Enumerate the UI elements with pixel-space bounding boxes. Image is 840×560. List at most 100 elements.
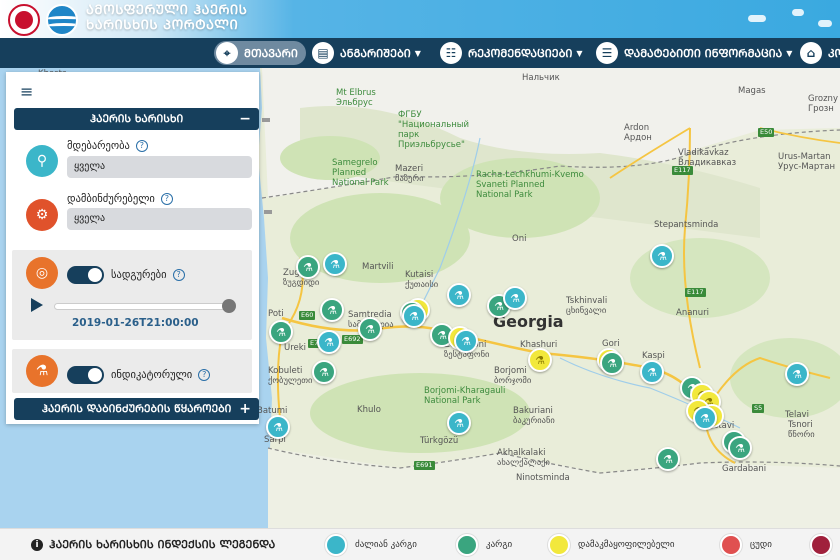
map-place-label: Kutaisi ქუთაისი: [405, 270, 439, 290]
road-badge: E60: [299, 311, 316, 320]
indicative-toggle[interactable]: [67, 366, 104, 384]
chevron-down-icon: ▼: [576, 48, 583, 58]
help-icon[interactable]: ?: [160, 193, 173, 205]
map-place-label: Borjomi-Kharagauli National Park: [424, 386, 506, 406]
station-marker[interactable]: ⚗: [454, 329, 478, 353]
help-icon[interactable]: ?: [135, 140, 148, 152]
map-pin-icon: ⌖: [216, 42, 238, 64]
site-header: ᲐᲛᲝᲡᲤᲔᲠᲣᲚᲘ ᲰᲐᲔᲠᲘᲡ ᲮᲐᲠᲘᲡᲮᲘᲡ ᲞᲝᲠᲢᲐᲚᲘ: [0, 0, 840, 38]
station-marker[interactable]: ⚗: [693, 406, 717, 430]
map-place-label: Racha-Lechkhumi-Kvemo Svaneti Planned Na…: [476, 170, 584, 200]
agency-logo-icon[interactable]: [46, 4, 78, 36]
station-marker[interactable]: ⚗: [320, 298, 344, 322]
station-marker[interactable]: ⚗: [358, 317, 382, 341]
map-place-label: Stepantsminda: [654, 220, 719, 230]
map-place-label: Mazeri მაზერი: [395, 164, 424, 184]
aqi-legend: i ᲰᲐᲔᲠᲘᲡ ᲮᲐᲠᲘᲡᲮᲘᲡ ᲘᲜᲓᲔᲥᲡᲘᲡ ᲚᲔᲒᲔᲜᲓᲐ ძალია…: [0, 528, 840, 560]
location-label: მდებარეობა?: [67, 140, 148, 152]
stations-label: სადგურები?: [111, 269, 185, 281]
map-place-label: Grozny Грозн: [808, 94, 838, 114]
cloud-decoration: [792, 9, 804, 16]
legend-color-swatch: [810, 534, 832, 556]
info-doc-icon: ☰: [596, 42, 618, 64]
station-marker[interactable]: ⚗: [728, 436, 752, 460]
legend-item-very-bad: [810, 534, 840, 556]
legend-item-good: კარგი: [456, 534, 512, 556]
legend-color-swatch: [720, 534, 742, 556]
legend-item-satisfactory: დამაკმაყოფილებელი: [548, 534, 675, 556]
road-badge: E691: [414, 461, 435, 470]
air-quality-section-header[interactable]: ᲰᲐᲔᲠᲘᲡ ᲮᲐᲠᲘᲡᲮᲘ −: [14, 108, 259, 130]
chevron-down-icon: ▼: [786, 48, 793, 58]
location-pin-icon: ⚲: [26, 145, 58, 177]
map-place-label: Ureki: [284, 343, 307, 353]
station-marker[interactable]: ⚗: [323, 252, 347, 276]
map-place-label: Gardabani: [722, 464, 767, 474]
pollutant-select[interactable]: ყველა: [67, 208, 252, 230]
legend-color-swatch: [548, 534, 570, 556]
station-marker[interactable]: ⚗: [266, 415, 290, 439]
map-zoom-tick[interactable]: [264, 210, 272, 214]
station-marker[interactable]: ⚗: [296, 255, 320, 279]
legend-item-very-good: ძალიან კარგი: [325, 534, 417, 556]
map-place-label: Tsnori წნორი: [788, 420, 815, 440]
time-slider[interactable]: [54, 303, 230, 310]
station-marker[interactable]: ⚗: [312, 360, 336, 384]
nav-item-home[interactable]: ⌖ ᲛᲗᲐᲕᲐᲠᲘ: [214, 41, 306, 65]
map-zoom-tick[interactable]: [262, 118, 270, 122]
map-place-label: Martvili: [362, 262, 394, 272]
station-marker[interactable]: ⚗: [650, 244, 674, 268]
stations-toggle[interactable]: [67, 266, 104, 284]
map-place-label: Türkgözü: [420, 436, 459, 446]
expand-icon[interactable]: +: [239, 401, 251, 417]
map-place-label: Vladikavkaz Владикавказ: [678, 148, 737, 168]
map-place-label: Poti: [268, 309, 284, 319]
factory-icon: ⚙: [26, 199, 58, 231]
chevron-down-icon: ▼: [414, 48, 421, 58]
collapse-icon[interactable]: −: [239, 111, 251, 127]
station-marker[interactable]: ⚗: [269, 320, 293, 344]
station-marker[interactable]: ⚗: [447, 283, 471, 307]
home-icon: ⌂: [800, 42, 822, 64]
nav-item-reports[interactable]: ▤ ᲐᲜᲒᲐᲠᲘᲨᲔᲑᲘ ▼: [312, 41, 421, 65]
map-place-label: Samegrelo Planned National Park: [332, 158, 389, 188]
site-title[interactable]: ᲐᲛᲝᲡᲤᲔᲠᲣᲚᲘ ᲰᲐᲔᲠᲘᲡ ᲮᲐᲠᲘᲡᲮᲘᲡ ᲞᲝᲠᲢᲐᲚᲘ: [86, 3, 247, 33]
station-marker[interactable]: ⚗: [528, 348, 552, 372]
location-select[interactable]: ყველა: [67, 156, 252, 178]
legend-color-swatch: [325, 534, 347, 556]
road-badge: E117: [672, 166, 693, 175]
station-marker[interactable]: ⚗: [503, 286, 527, 310]
legend-title: i ᲰᲐᲔᲠᲘᲡ ᲮᲐᲠᲘᲡᲮᲘᲡ ᲘᲜᲓᲔᲥᲡᲘᲡ ᲚᲔᲒᲔᲜᲓᲐ: [31, 537, 275, 552]
government-logo-icon[interactable]: [8, 4, 40, 36]
map-place-label: Khulo: [357, 405, 381, 415]
map-place-label: Batumi: [257, 406, 288, 416]
road-badge: S5: [752, 404, 765, 413]
station-marker[interactable]: ⚗: [600, 351, 624, 375]
indicative-label: ინდიკატორული?: [111, 369, 211, 381]
menu-icon[interactable]: ≡: [20, 84, 36, 100]
nav-item-additional-info[interactable]: ☰ ᲓᲐᲛᲐᲢᲔᲑᲘᲗᲘ ᲘᲜᲤᲝᲠᲛᲐᲪᲘᲐ ▼: [596, 41, 792, 65]
time-slider-handle[interactable]: [222, 299, 236, 313]
pollution-sources-section-header[interactable]: ᲰᲐᲔᲠᲘᲡ ᲓᲐᲑᲘᲜᲫᲣᲠᲔᲑᲘᲡ ᲬᲧᲐᲠᲝᲔᲑᲘ +: [14, 398, 259, 420]
station-marker[interactable]: ⚗: [402, 304, 426, 328]
nav-item-contact[interactable]: ⌂ ᲙᲝ: [800, 41, 840, 65]
map-place-label: Kobuleti ქობულეთი: [268, 366, 313, 386]
cloud-decoration: [818, 20, 832, 27]
play-button[interactable]: [31, 298, 43, 312]
map-place-label: Ardon Ардон: [624, 123, 652, 143]
map-place-label: Oni: [512, 234, 527, 244]
main-nav: ⌖ ᲛᲗᲐᲕᲐᲠᲘ ▤ ᲐᲜᲒᲐᲠᲘᲨᲔᲑᲘ ▼ ☷ ᲠᲔᲙᲝᲛᲔᲜᲓᲐᲪᲘᲔᲑᲘ…: [0, 38, 840, 68]
map-place-label: ФГБУ "Национальный парк Приэльбрусье": [398, 110, 470, 150]
station-marker[interactable]: ⚗: [640, 360, 664, 384]
help-icon[interactable]: ?: [198, 369, 211, 381]
report-icon: ▤: [312, 42, 334, 64]
station-marker[interactable]: ⚗: [317, 330, 341, 354]
station-marker[interactable]: ⚗: [785, 362, 809, 386]
help-icon[interactable]: ?: [172, 269, 185, 281]
nav-item-recommendations[interactable]: ☷ ᲠᲔᲙᲝᲛᲔᲜᲓᲐᲪᲘᲔᲑᲘ ▼: [440, 41, 583, 65]
station-marker[interactable]: ⚗: [656, 447, 680, 471]
recommendation-icon: ☷: [440, 42, 462, 64]
station-marker[interactable]: ⚗: [447, 411, 471, 435]
road-badge: E50: [758, 128, 775, 137]
legend-color-swatch: [456, 534, 478, 556]
